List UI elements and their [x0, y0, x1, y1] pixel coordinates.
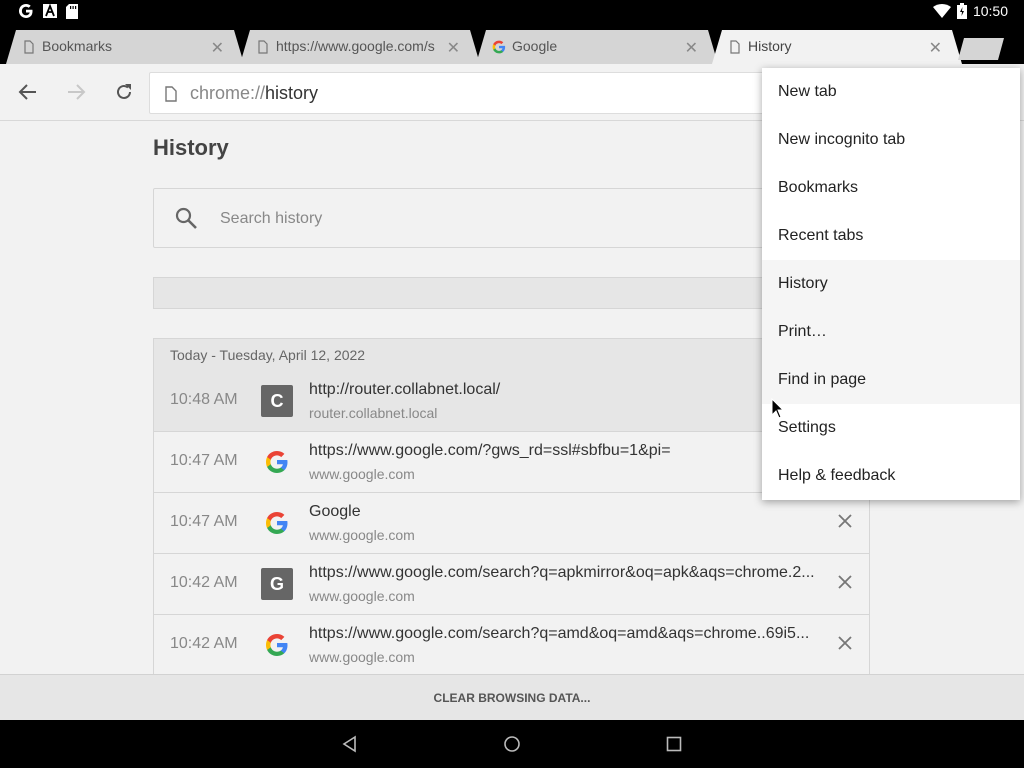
history-row[interactable]: 10:47 AM Google www.google.com — [153, 493, 870, 554]
battery-icon — [956, 3, 967, 19]
history-domain: router.collabnet.local — [309, 405, 438, 421]
page-icon — [22, 40, 36, 54]
close-tab-icon[interactable]: ✕ — [929, 38, 942, 58]
home-circle-icon[interactable] — [502, 734, 522, 754]
google-g-icon — [266, 634, 288, 656]
overflow-menu: New tab New incognito tab Bookmarks Rece… — [762, 68, 1020, 500]
tab-google-search[interactable]: https://www.google.com/s ✕ — [240, 30, 480, 64]
wifi-icon — [932, 4, 951, 18]
tab-bookmarks[interactable]: Bookmarks ✕ — [6, 30, 244, 64]
history-title-link[interactable]: http://router.collabnet.local/ — [309, 381, 824, 399]
clock: 10:50 — [972, 3, 1008, 19]
tab-strip: Bookmarks ✕ https://www.google.com/s ✕ G… — [0, 24, 1024, 64]
history-domain: www.google.com — [309, 466, 415, 482]
visit-time: 10:42 AM — [170, 574, 238, 591]
android-nav-bar — [0, 720, 1024, 768]
reload-icon — [117, 84, 131, 99]
menu-item-history[interactable]: History — [762, 260, 1020, 308]
page-icon — [728, 40, 742, 54]
visit-time: 10:47 AM — [170, 513, 238, 530]
close-tab-icon[interactable]: ✕ — [685, 38, 698, 58]
close-tab-icon[interactable]: ✕ — [211, 38, 224, 58]
back-triangle-icon[interactable] — [340, 734, 360, 754]
sd-card-icon — [66, 3, 78, 19]
history-title-link[interactable]: https://www.google.com/search?q=apkmirro… — [309, 564, 824, 582]
search-icon — [175, 207, 197, 229]
menu-item-find-in-page[interactable]: Find in page — [762, 356, 1020, 404]
mouse-cursor-icon — [771, 398, 785, 419]
tab-title: https://www.google.com/s — [276, 38, 435, 54]
arrow-left-icon — [18, 84, 36, 100]
reload-button[interactable] — [112, 80, 136, 104]
google-g-icon — [266, 512, 288, 534]
tab-google[interactable]: Google ✕ — [476, 30, 718, 64]
page-title: History — [153, 135, 229, 160]
menu-item-recent-tabs[interactable]: Recent tabs — [762, 212, 1020, 260]
a-icon — [43, 4, 57, 18]
history-domain: www.google.com — [309, 527, 415, 543]
tab-history[interactable]: History ✕ — [712, 30, 962, 64]
history-domain: www.google.com — [309, 649, 415, 665]
google-g-icon — [492, 40, 506, 54]
menu-item-new-tab[interactable]: New tab — [762, 68, 1020, 116]
menu-item-print[interactable]: Print… — [762, 308, 1020, 356]
back-button[interactable] — [16, 80, 40, 104]
menu-item-bookmarks[interactable]: Bookmarks — [762, 164, 1020, 212]
recents-square-icon[interactable] — [664, 734, 684, 754]
history-title-link[interactable]: Google — [309, 503, 824, 521]
status-bar: 10:50 — [0, 0, 1024, 24]
tab-title: Google — [512, 38, 558, 54]
visit-time: 10:47 AM — [170, 452, 238, 469]
page-icon — [165, 86, 177, 102]
history-row[interactable]: 10:42 AM https://www.google.com/search?q… — [153, 615, 870, 674]
history-title-link[interactable]: https://www.google.com/search?q=amd&oq=a… — [309, 625, 824, 643]
clear-browsing-data-label: CLEAR BROWSING DATA... — [433, 691, 591, 705]
visit-time: 10:42 AM — [170, 635, 238, 652]
visit-time: 10:48 AM — [170, 391, 238, 408]
menu-item-new-incognito-tab[interactable]: New incognito tab — [762, 116, 1020, 164]
google-icon — [19, 4, 33, 18]
url-text[interactable]: chrome://history — [190, 83, 318, 104]
history-title-link[interactable]: https://www.google.com/?gws_rd=ssl#sbfbu… — [309, 442, 824, 460]
history-domain: www.google.com — [309, 588, 415, 604]
remove-entry-icon[interactable] — [835, 511, 855, 531]
new-tab-button[interactable] — [958, 38, 1006, 60]
letter-favicon: G — [261, 568, 293, 600]
url-bar[interactable]: chrome://history — [149, 72, 849, 114]
menu-item-settings[interactable]: Settings — [762, 404, 1020, 452]
day-header-label: Today - Tuesday, April 12, 2022 — [170, 347, 366, 363]
clear-browsing-data-button[interactable]: CLEAR BROWSING DATA... — [0, 674, 1024, 720]
search-placeholder: Search history — [220, 210, 323, 227]
menu-item-help-feedback[interactable]: Help & feedback — [762, 452, 1020, 500]
tab-title: History — [748, 38, 792, 54]
letter-favicon: C — [261, 385, 293, 417]
history-row[interactable]: 10:42 AM G https://www.google.com/search… — [153, 554, 870, 615]
google-g-icon — [266, 451, 288, 473]
tab-title: Bookmarks — [42, 38, 113, 54]
page-icon — [256, 40, 270, 54]
remove-entry-icon[interactable] — [835, 572, 855, 592]
remove-entry-icon[interactable] — [835, 633, 855, 653]
close-tab-icon[interactable]: ✕ — [447, 38, 460, 58]
forward-button[interactable] — [64, 80, 88, 104]
arrow-right-icon — [68, 84, 86, 100]
